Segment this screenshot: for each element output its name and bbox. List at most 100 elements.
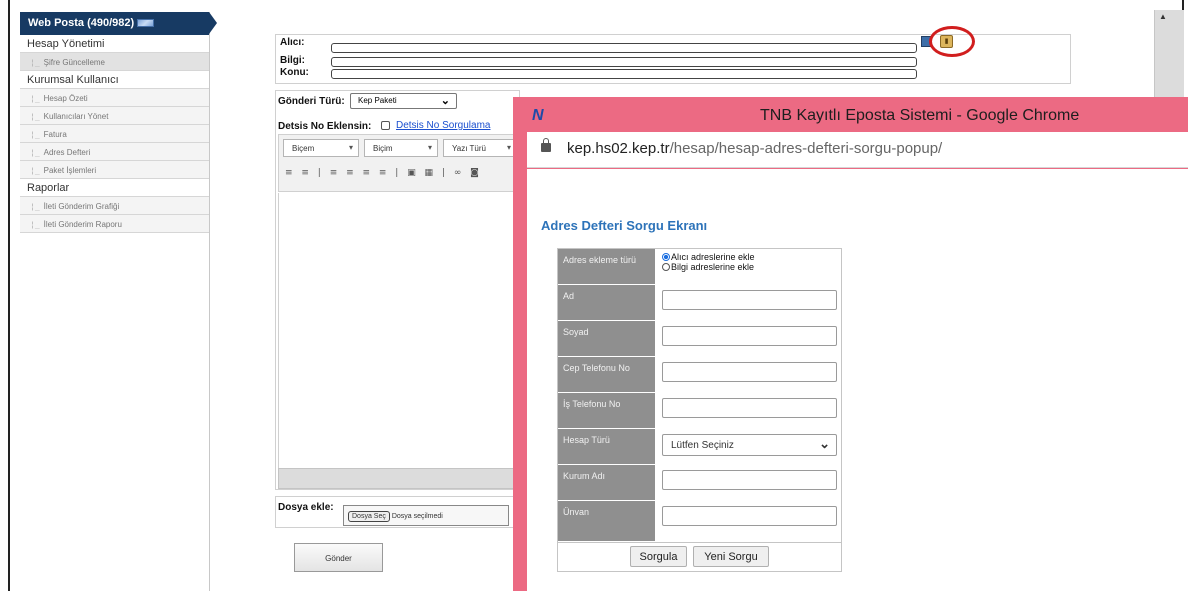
sidebar-item-label: İleti Gönderim Grafiği — [43, 202, 120, 211]
ad-input[interactable] — [662, 290, 837, 310]
cep-input[interactable] — [662, 362, 837, 382]
chrome-app-icon: N — [532, 107, 544, 124]
ad-label: Ad — [558, 285, 655, 321]
radio-unchecked-icon[interactable] — [662, 263, 670, 271]
radio-bilgi[interactable]: Bilgi adreslerine ekle — [662, 262, 755, 272]
is-input[interactable] — [662, 398, 837, 418]
sidebar-header[interactable]: Web Posta (490/982) — [20, 12, 217, 35]
popup-window: N TNB Kayıtlı Eposta Sistemi - Google Ch… — [513, 97, 1188, 591]
sidebar-item-rapor[interactable]: ¦_ İleti Gönderim Raporu — [20, 215, 209, 233]
sidebar-header-label: Web Posta (490/982) — [28, 17, 135, 29]
editor-toolbar: Biçem ▾ Biçim ▾ Yazı Türü ▾ ≡ ≡ | ≡ ≡ ≡ ≡ |… — [278, 134, 518, 192]
bilgi-label: Bilgi: — [280, 55, 305, 66]
sidebar-item-paket[interactable]: ¦_ Paket İşlemleri — [20, 161, 209, 179]
editor-textarea[interactable] — [278, 193, 518, 468]
adres-turu-radios: Alıcı adreslerine ekle Bilgi adreslerine… — [662, 252, 755, 272]
hesap-turu-select[interactable]: Lütfen Seçiniz ⌄ — [662, 434, 837, 456]
konu-label: Konu: — [280, 67, 309, 78]
tree-icon: ¦_ — [30, 58, 40, 67]
yazi-turu-dropdown[interactable]: Yazı Türü ▾ — [443, 139, 517, 157]
lock-icon[interactable] — [541, 138, 551, 152]
radio-alici-label: Alıcı adreslerine ekle — [671, 252, 755, 262]
editor-statusbar — [278, 468, 518, 489]
detsis-checkbox[interactable] — [381, 121, 390, 130]
bicim-dropdown[interactable]: Biçim ▾ — [364, 139, 438, 157]
row-adres-turu: Adres ekleme türü Alıcı adreslerine ekle… — [558, 249, 841, 285]
sidebar-item-label: Adres Defteri — [43, 148, 91, 157]
sidebar-item-sifre[interactable]: ¦_ Şifre Güncelleme — [20, 53, 209, 71]
is-label: İş Telefonu No — [558, 393, 655, 429]
sidebar-item-label: Şifre Güncelleme — [43, 58, 105, 67]
sidebar-item-hesap-ozeti[interactable]: ¦_ Hesap Özeti — [20, 89, 209, 107]
form-title: Adres Defteri Sorgu Ekranı — [541, 218, 708, 233]
radio-checked-icon[interactable] — [662, 253, 670, 261]
kurum-input[interactable] — [662, 470, 837, 490]
konu-input[interactable] — [331, 69, 917, 79]
envelope-icon — [137, 19, 155, 27]
url-host: kep.hs02.kep.tr — [567, 140, 670, 157]
row-hesap-turu: Hesap Türü Lütfen Seçiniz ⌄ — [558, 429, 841, 465]
sidebar-item-label: Kullanıcıları Yönet — [43, 112, 109, 121]
kurum-label: Kurum Adı — [558, 465, 655, 501]
tree-icon: ¦_ — [30, 130, 40, 139]
file-input[interactable]: Dosya Seç Dosya seçilmedi — [343, 505, 509, 526]
row-unvan: Ünvan — [558, 501, 841, 542]
caret-icon: ▾ — [427, 143, 432, 152]
tree-icon: ¦_ — [30, 202, 40, 211]
url-path: /hesap/hesap-adres-defteri-sorgu-popup/ — [669, 140, 943, 157]
caret-icon: ▾ — [506, 143, 511, 152]
radio-bilgi-label: Bilgi adreslerine ekle — [671, 262, 755, 272]
detsis-link[interactable]: Detsis No Sorgulama — [396, 120, 490, 131]
sidebar-item-label: Fatura — [43, 130, 67, 139]
scroll-up-arrow-icon[interactable]: ▲ — [1159, 12, 1167, 21]
bicim-label: Biçim — [373, 144, 393, 153]
hesap-turu-value: Lütfen Seçiniz — [671, 440, 734, 451]
tree-icon: ¦_ — [30, 94, 40, 103]
sidebar-item-grafik[interactable]: ¦_ İleti Gönderim Grafiği — [20, 197, 209, 215]
tree-icon: ¦_ — [30, 148, 40, 157]
gonderi-value: Kep Paketi — [358, 96, 397, 105]
bilgi-input[interactable] — [331, 57, 917, 67]
gonderi-select[interactable]: Kep Paketi ⌄ — [350, 93, 457, 109]
alici-input[interactable] — [331, 43, 917, 53]
chevron-down-icon: ⌄ — [819, 436, 830, 451]
row-soyad: Soyad — [558, 321, 841, 357]
row-cep: Cep Telefonu No — [558, 357, 841, 393]
highlight-circle — [929, 26, 975, 57]
sidebar-item-label: Hesap Özeti — [43, 94, 88, 103]
tree-icon: ¦_ — [30, 220, 40, 229]
sidebar-item-kullanicilar[interactable]: ¦_ Kullanıcıları Yönet — [20, 107, 209, 125]
sidebar-section-kurumsal[interactable]: Kurumsal Kullanıcı — [20, 71, 209, 89]
caret-icon: ▾ — [348, 143, 353, 152]
row-is: İş Telefonu No — [558, 393, 841, 429]
radio-alici[interactable]: Alıcı adreslerine ekle — [662, 252, 755, 262]
unvan-label: Ünvan — [558, 501, 655, 542]
chevron-down-icon: ⌄ — [440, 95, 450, 107]
unvan-input[interactable] — [662, 506, 837, 526]
sidebar-item-fatura[interactable]: ¦_ Fatura — [20, 125, 209, 143]
sidebar-section-hesap[interactable]: Hesap Yönetimi — [20, 35, 209, 53]
sidebar-section-raporlar[interactable]: Raporlar — [20, 179, 209, 197]
send-button[interactable]: Gönder — [294, 543, 383, 572]
hesap-turu-label: Hesap Türü — [558, 429, 655, 465]
sidebar-item-adres-defteri[interactable]: ¦_ Adres Defteri — [20, 143, 209, 161]
sidebar-item-label: Paket İşlemleri — [43, 166, 97, 175]
file-choose-button[interactable]: Dosya Seç — [348, 511, 390, 522]
yeni-sorgu-button[interactable]: Yeni Sorgu — [693, 546, 769, 567]
tree-icon: ¦_ — [30, 112, 40, 121]
soyad-input[interactable] — [662, 326, 837, 346]
yazi-turu-label: Yazı Türü — [452, 144, 486, 153]
sorgula-button[interactable]: Sorgula — [630, 546, 687, 567]
adres-turu-label: Adres ekleme türü — [558, 249, 655, 285]
form-buttons: Sorgula Yeni Sorgu — [558, 542, 841, 572]
bicem-dropdown[interactable]: Biçem ▾ — [283, 139, 359, 157]
format-icons[interactable]: ≡ ≡ | ≡ ≡ ≡ ≡ | ▣ ▦ | ∞ ◙ — [285, 168, 482, 178]
sidebar: Web Posta (490/982) Hesap Yönetimi ¦_ Şif… — [20, 12, 217, 591]
row-kurum: Kurum Adı — [558, 465, 841, 501]
alici-label: Alıcı: — [280, 37, 305, 48]
address-bar[interactable]: kep.hs02.kep.tr/hesap/hesap-adres-defter… — [527, 132, 1188, 168]
sidebar-item-label: İleti Gönderim Raporu — [43, 220, 122, 229]
url-text[interactable]: kep.hs02.kep.tr/hesap/hesap-adres-defter… — [567, 140, 942, 157]
bicem-label: Biçem — [292, 144, 315, 153]
gonderi-label: Gönderi Türü: — [278, 96, 345, 107]
